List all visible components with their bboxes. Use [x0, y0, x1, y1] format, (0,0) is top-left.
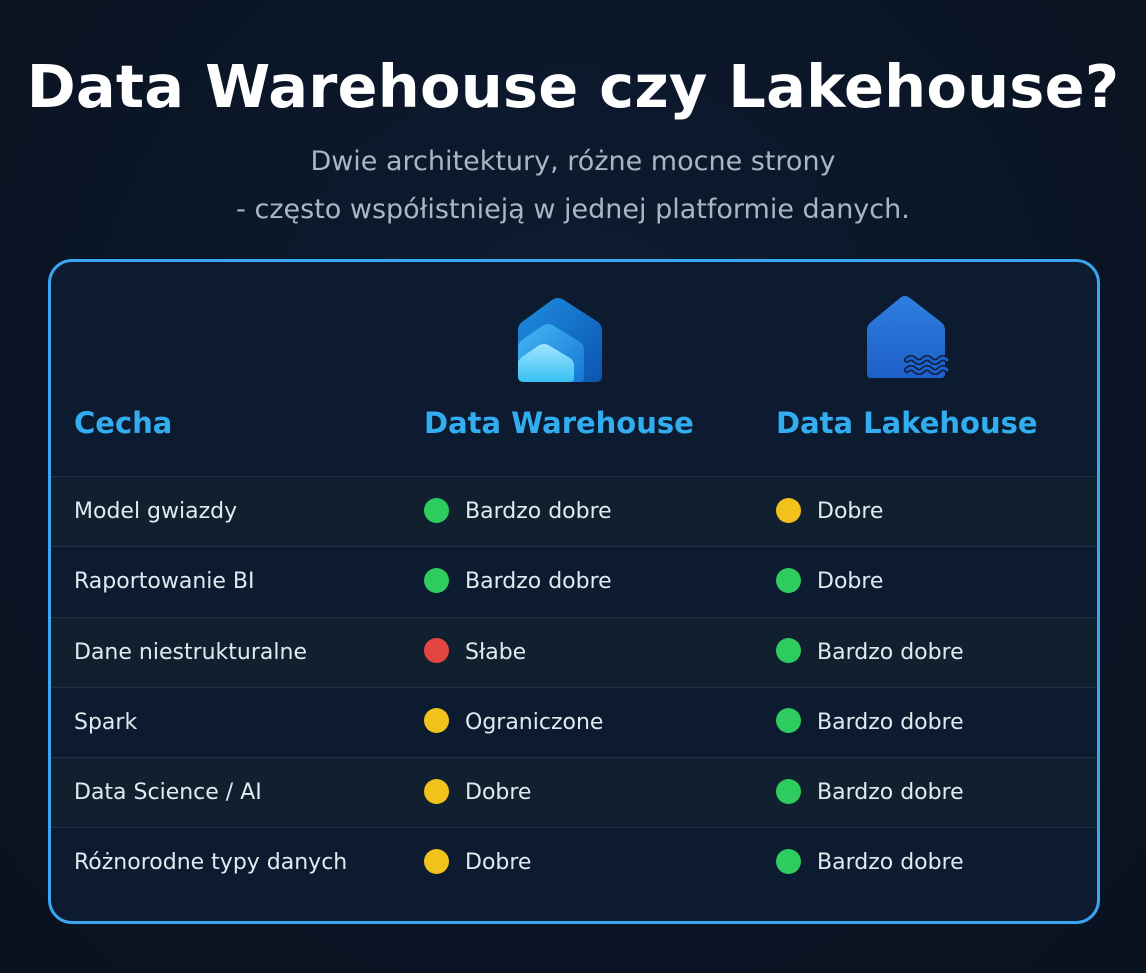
feature-name: Model gwiazdy [74, 499, 238, 524]
lakehouse-rating: Bardzo dobre [776, 688, 964, 758]
rating-label: Bardzo dobre [817, 780, 964, 806]
rating-label: Słabe [465, 639, 527, 665]
status-dot [776, 638, 801, 664]
warehouse-rating: Bardzo dobre [424, 477, 612, 547]
status-dot [424, 708, 449, 734]
status-dot [776, 567, 801, 593]
lakehouse-rating: Bardzo dobre [776, 758, 964, 828]
feature-name: Spark [74, 709, 138, 735]
subtitle-line-2: - często współistnieją w jednej platform… [236, 194, 910, 225]
lakehouse-house-waves-icon [867, 296, 950, 378]
column-header-warehouse: Data Warehouse [424, 406, 694, 440]
feature-name: Raportowanie BI [74, 569, 255, 595]
warehouse-house-icon [518, 298, 602, 382]
feature-name: Dane niestrukturalne [74, 639, 307, 665]
status-dot [424, 497, 449, 523]
warehouse-rating: Ograniczone [424, 688, 603, 758]
lakehouse-rating: Dobre [776, 547, 883, 617]
comparison-table-card: Cecha Data Warehouse Data Lakehouse Mode… [48, 259, 1100, 924]
lakehouse-rating: Bardzo dobre [776, 828, 964, 898]
status-dot [776, 497, 801, 523]
warehouse-rating: Dobre [424, 828, 531, 898]
table-row: Raportowanie BI Bardzo dobre Dobre [51, 546, 1097, 617]
status-dot [776, 848, 801, 874]
table-row: Dane niestrukturalne Słabe Bardzo dobre [51, 616, 1097, 688]
status-dot [424, 638, 449, 664]
rating-label: Dobre [817, 569, 884, 595]
status-dot [776, 778, 801, 804]
rating-label: Bardzo dobre [465, 499, 612, 524]
lakehouse-rating: Bardzo dobre [776, 618, 964, 688]
status-dot [424, 567, 449, 593]
table-body: Model gwiazdy Bardzo dobre Dobre Raporto… [51, 476, 1097, 898]
feature-name: Data Science / AI [74, 780, 262, 806]
status-dot [424, 778, 449, 804]
lakehouse-rating: Dobre [776, 477, 883, 547]
table-row: Różnorodne typy danych Dobre Bardzo dobr… [51, 827, 1097, 898]
table-row: Data Science / AI Dobre Bardzo dobre [51, 757, 1097, 828]
table-row: Model gwiazdy Bardzo dobre Dobre [51, 476, 1097, 547]
rating-label: Bardzo dobre [817, 709, 964, 735]
warehouse-rating: Dobre [424, 758, 531, 828]
status-dot [424, 848, 449, 874]
column-header-feature: Cecha [74, 406, 173, 440]
warehouse-rating: Słabe [424, 618, 526, 688]
column-header-lakehouse: Data Lakehouse [776, 406, 1038, 440]
rating-label: Bardzo dobre [817, 639, 964, 665]
rating-label: Dobre [465, 780, 532, 806]
page-subtitle: Dwie architektury, różne mocne strony - … [0, 138, 1146, 234]
page-title: Data Warehouse czy Lakehouse? [26, 52, 1120, 121]
rating-label: Dobre [465, 850, 532, 876]
subtitle-line-1: Dwie architektury, różne mocne strony [310, 146, 836, 177]
rating-label: Bardzo dobre [465, 569, 612, 595]
rating-label: Ograniczone [465, 709, 604, 735]
rating-label: Bardzo dobre [817, 850, 964, 876]
feature-name: Różnorodne typy danych [74, 850, 348, 876]
rating-label: Dobre [817, 499, 884, 524]
warehouse-rating: Bardzo dobre [424, 547, 612, 617]
table-row: Spark Ograniczone Bardzo dobre [51, 686, 1097, 758]
status-dot [776, 708, 801, 734]
